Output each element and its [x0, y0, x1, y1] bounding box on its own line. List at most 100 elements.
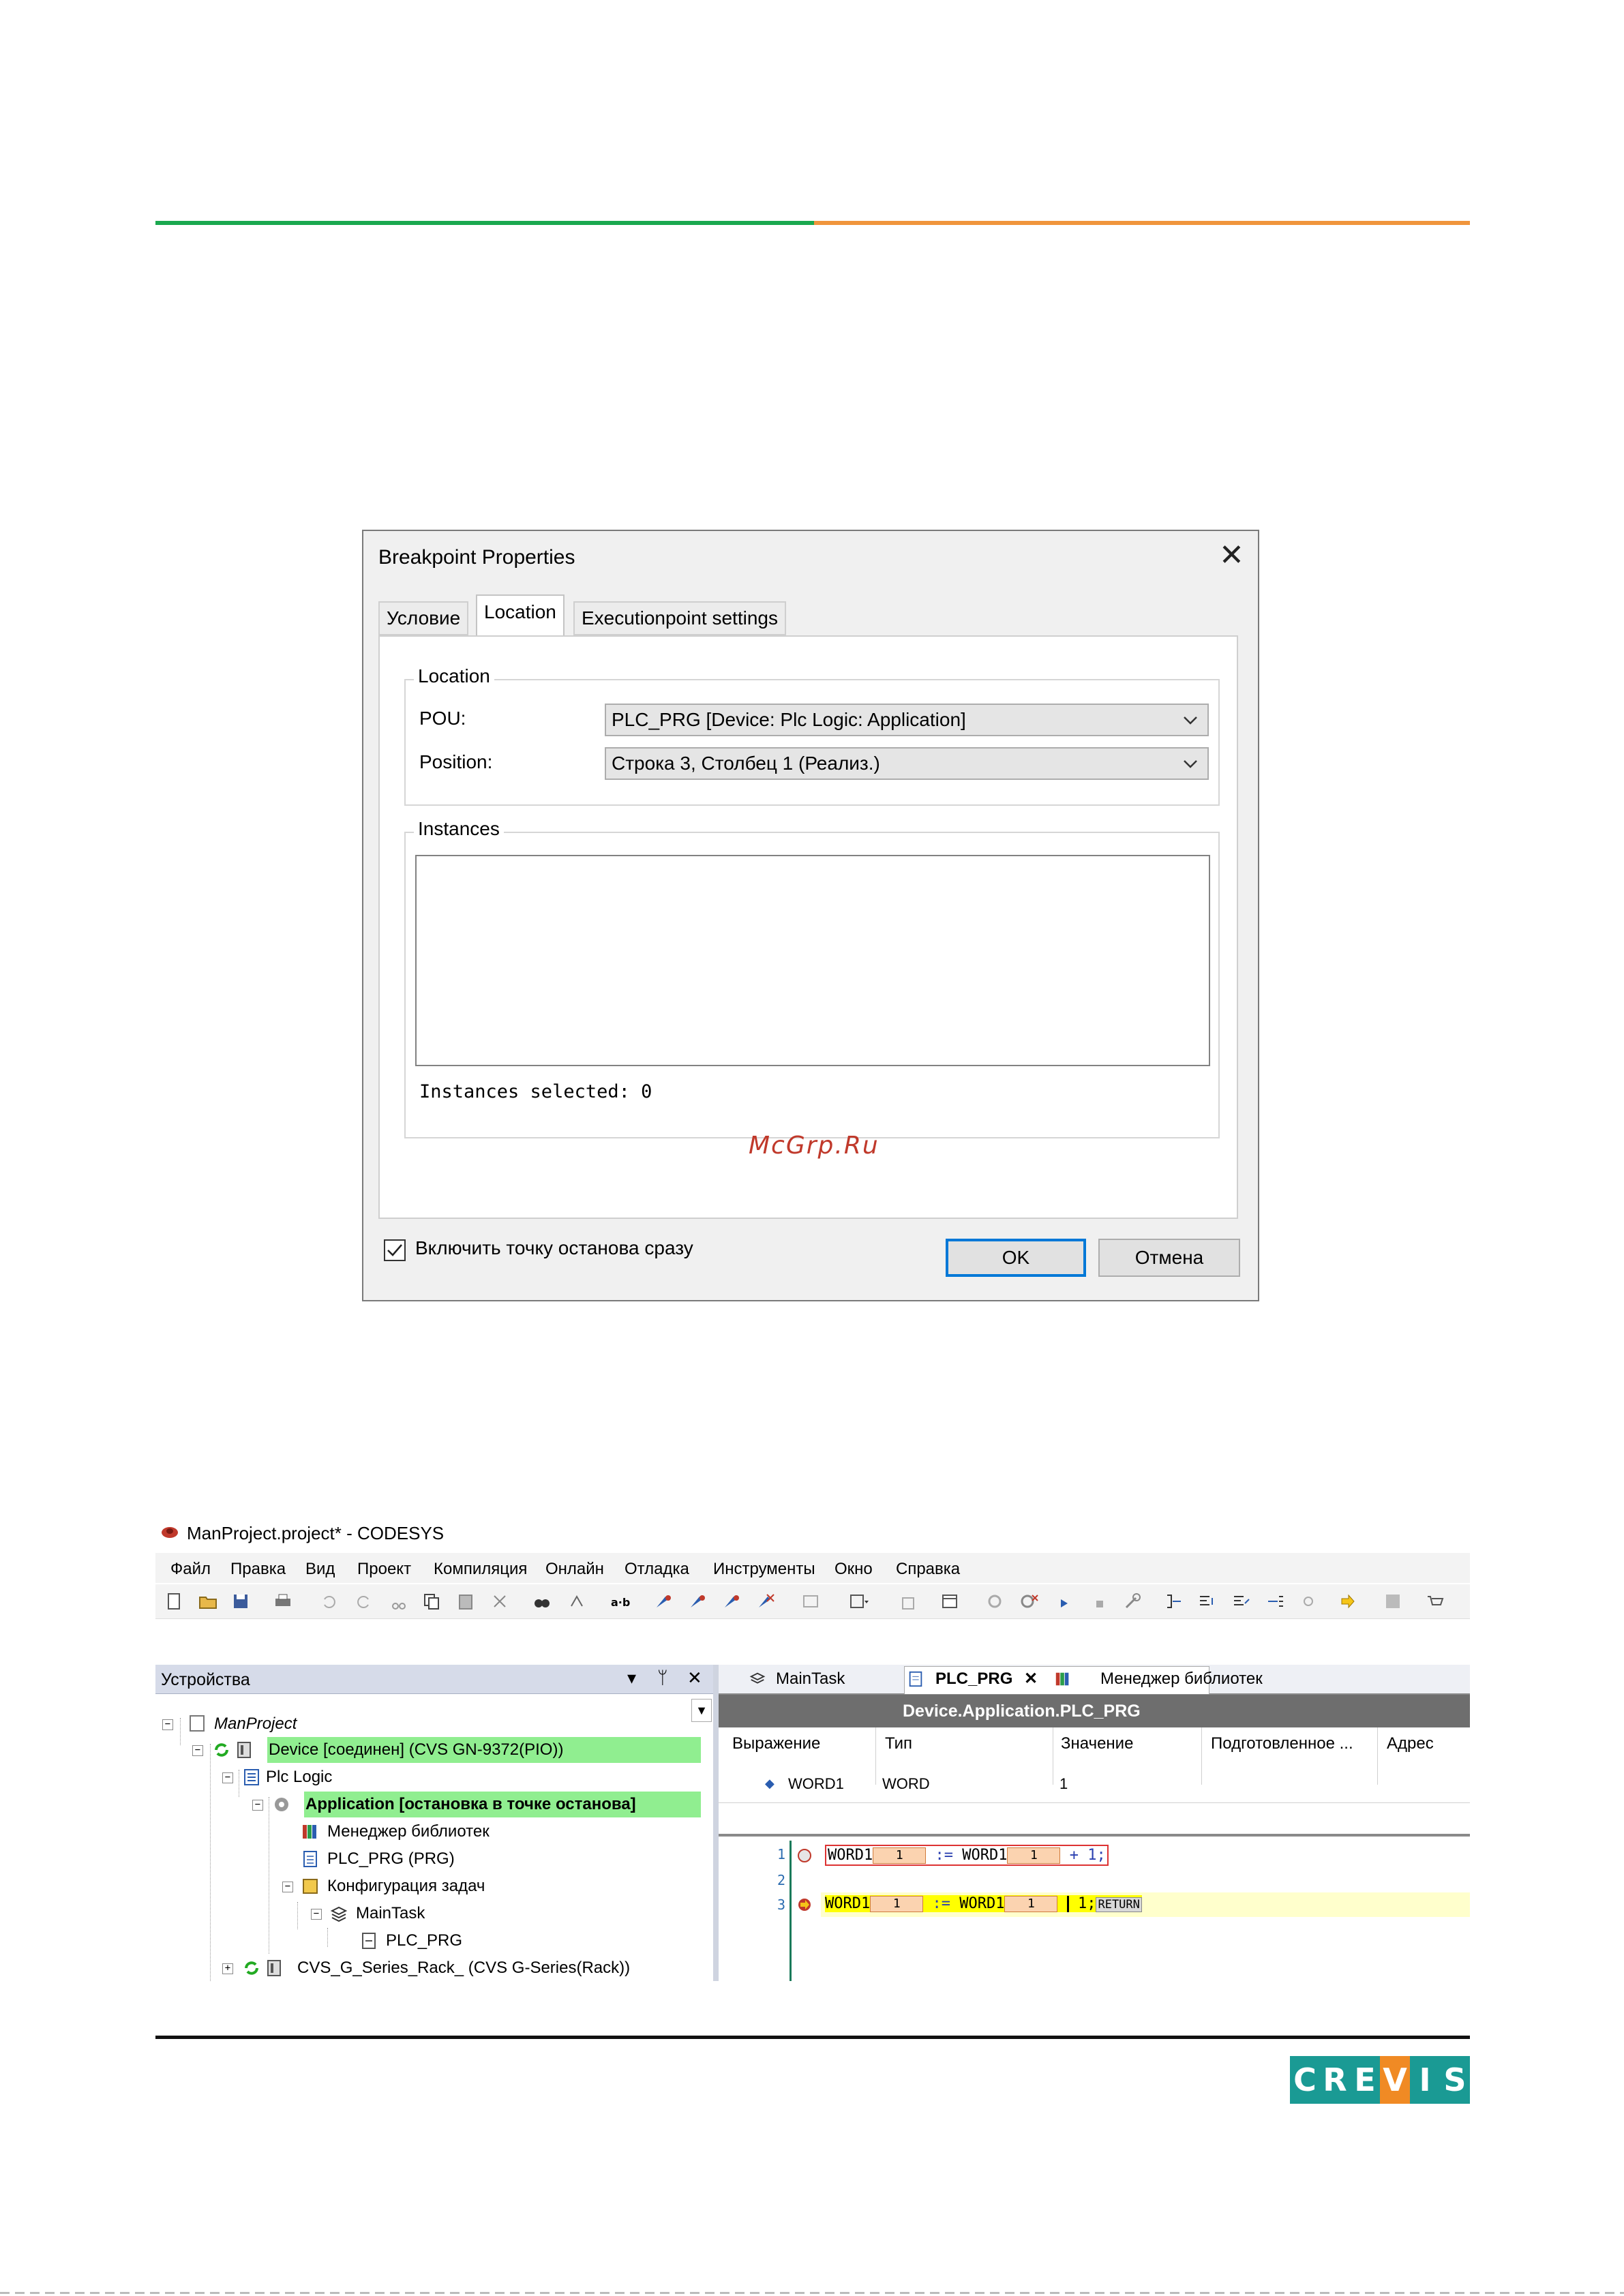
- inline-monitor-value[interactable]: 1: [870, 1896, 924, 1912]
- enable-breakpoint-checkbox[interactable]: [384, 1239, 406, 1261]
- toggle-breakpoint-icon[interactable]: [687, 1591, 708, 1612]
- column-expression[interactable]: Выражение: [732, 1734, 820, 1753]
- delete-icon[interactable]: [490, 1591, 510, 1612]
- code-line-3[interactable]: WORD1 1 := WORD1 1 1; RETURN: [825, 1895, 1142, 1912]
- cut-icon[interactable]: [389, 1591, 409, 1612]
- step-into-icon[interactable]: [1197, 1591, 1218, 1612]
- menu-debug[interactable]: Отладка: [625, 1560, 689, 1579]
- start-icon[interactable]: [1054, 1591, 1074, 1612]
- collapse-icon[interactable]: −: [162, 1719, 173, 1730]
- collapse-icon[interactable]: −: [311, 1909, 322, 1920]
- force-values-icon[interactable]: [1383, 1591, 1403, 1612]
- print-icon[interactable]: [273, 1591, 293, 1612]
- menu-online[interactable]: Онлайн: [545, 1560, 604, 1579]
- expand-icon[interactable]: +: [222, 1963, 233, 1974]
- find-icon[interactable]: [532, 1591, 552, 1612]
- ok-button[interactable]: OK: [946, 1239, 1086, 1277]
- inline-monitor-value[interactable]: 1: [1004, 1896, 1058, 1912]
- pou-value: PLC_PRG [Device: Plc Logic: Application]: [612, 709, 966, 730]
- copy-icon[interactable]: [421, 1591, 442, 1612]
- new-file-icon[interactable]: [164, 1591, 184, 1612]
- task-stack-icon: [749, 1672, 766, 1684]
- tree-label: PLC_PRG: [386, 1931, 463, 1950]
- menu-project[interactable]: Проект: [357, 1560, 411, 1579]
- column-type[interactable]: Тип: [885, 1734, 912, 1753]
- code-line-1[interactable]: WORD1 1 := WORD1 1 + 1;: [825, 1845, 1109, 1866]
- menu-view[interactable]: Вид: [305, 1560, 335, 1579]
- input-assistant-icon[interactable]: a·b: [610, 1591, 630, 1612]
- cancel-button[interactable]: Отмена: [1098, 1239, 1240, 1277]
- location-group-label: Location: [414, 665, 494, 687]
- reset-icon[interactable]: [1122, 1591, 1143, 1612]
- run-to-cursor-icon[interactable]: [1265, 1591, 1286, 1612]
- menu-file[interactable]: Файл: [170, 1560, 211, 1579]
- export-icon[interactable]: [899, 1591, 919, 1612]
- code-token-tail: 1;: [1077, 1895, 1096, 1912]
- tab-executionpoint-settings[interactable]: Executionpoint settings: [573, 601, 786, 635]
- menu-window[interactable]: Окно: [834, 1560, 873, 1579]
- remove-breakpoint-icon[interactable]: [755, 1591, 776, 1612]
- editor-splitter[interactable]: [719, 1834, 1470, 1837]
- menu-edit[interactable]: Правка: [230, 1560, 286, 1579]
- step-out-icon[interactable]: [1231, 1591, 1252, 1612]
- menu-build[interactable]: Компиляция: [434, 1560, 527, 1579]
- column-address[interactable]: Адрес: [1387, 1734, 1434, 1753]
- header-line-green: [155, 221, 814, 225]
- stop-icon[interactable]: [1089, 1591, 1110, 1612]
- breakpoint-icon[interactable]: [653, 1591, 674, 1612]
- tab-close-icon[interactable]: ✕: [1024, 1666, 1038, 1692]
- pane-menu-icon[interactable]: ▾: [627, 1667, 636, 1689]
- position-value: Строка 3, Столбец 1 (Реализ.): [612, 753, 880, 774]
- enable-breakpoint-label[interactable]: Включить точку останова сразу: [415, 1237, 693, 1259]
- instances-list[interactable]: [415, 855, 1210, 1066]
- text-cursor: [1066, 1896, 1069, 1912]
- project-icon: [190, 1715, 205, 1732]
- open-folder-icon[interactable]: [198, 1591, 218, 1612]
- line-number: 2: [777, 1872, 786, 1888]
- collapse-icon[interactable]: −: [282, 1882, 293, 1892]
- tab-location[interactable]: Location: [476, 594, 565, 637]
- logout-icon[interactable]: [1019, 1591, 1039, 1612]
- position-select[interactable]: Строка 3, Столбец 1 (Реализ.): [605, 747, 1209, 780]
- set-next-statement-icon[interactable]: [1298, 1591, 1319, 1612]
- breakpoint-marker-icon[interactable]: [796, 1847, 813, 1864]
- login-icon[interactable]: [984, 1591, 1005, 1612]
- device-icon: [237, 1742, 251, 1758]
- column-value[interactable]: Значение: [1061, 1734, 1133, 1753]
- pane-splitter[interactable]: [713, 1665, 719, 1981]
- collapse-icon[interactable]: −: [252, 1800, 263, 1811]
- current-breakpoint-arrow-icon[interactable]: [796, 1897, 813, 1913]
- calendar-icon[interactable]: [939, 1591, 960, 1612]
- menu-help[interactable]: Справка: [896, 1560, 960, 1579]
- collapse-icon[interactable]: −: [222, 1772, 233, 1783]
- tree-label: CVS_G_Series_Rack_ (CVS G-Series(Rack)): [297, 1959, 631, 1977]
- tree-label: PLC_PRG (PRG): [327, 1849, 455, 1868]
- save-icon[interactable]: [230, 1591, 251, 1612]
- inline-monitor-value[interactable]: 1: [873, 1847, 927, 1864]
- close-icon[interactable]: ✕: [1219, 541, 1244, 571]
- pou-document-icon: [909, 1671, 922, 1687]
- window-icon[interactable]: [800, 1591, 821, 1612]
- chevron-down-icon[interactable]: ▼: [691, 1699, 712, 1722]
- collapse-icon[interactable]: −: [192, 1745, 203, 1756]
- redo-icon[interactable]: [353, 1591, 374, 1612]
- show-current-statement-icon[interactable]: [1338, 1591, 1358, 1612]
- menu-tools[interactable]: Инструменты: [713, 1560, 815, 1579]
- pin-icon[interactable]: ᛘ: [657, 1667, 668, 1689]
- paste-icon[interactable]: [455, 1591, 476, 1612]
- cart-icon[interactable]: [1425, 1591, 1445, 1612]
- bookmark-dropdown-icon[interactable]: [848, 1591, 869, 1612]
- column-prepared-value[interactable]: Подготовленное ...: [1211, 1734, 1353, 1753]
- tree-label: Application [остановка в точке останова]: [305, 1795, 636, 1813]
- tab-condition[interactable]: Условие: [378, 601, 469, 635]
- replace-icon[interactable]: [567, 1591, 588, 1612]
- undo-icon[interactable]: [319, 1591, 340, 1612]
- step-over-icon[interactable]: [1163, 1591, 1184, 1612]
- pou-select[interactable]: PLC_PRG [Device: Plc Logic: Application]: [605, 704, 1209, 736]
- pane-close-icon[interactable]: ✕: [687, 1667, 702, 1689]
- code-token-var: WORD1: [828, 1847, 873, 1864]
- variable-value[interactable]: 1: [1059, 1775, 1068, 1793]
- new-breakpoint-icon[interactable]: [721, 1591, 742, 1612]
- variable-name: WORD1: [788, 1775, 844, 1792]
- inline-monitor-value[interactable]: 1: [1007, 1847, 1061, 1864]
